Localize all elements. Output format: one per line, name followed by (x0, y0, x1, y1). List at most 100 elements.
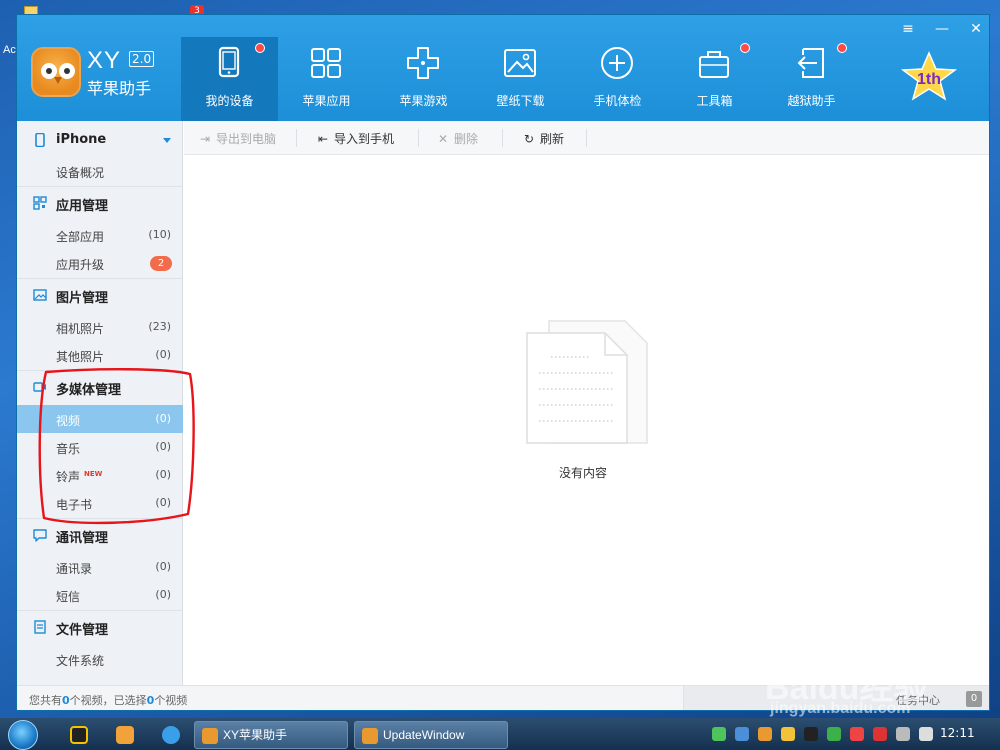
taskbar-window-title: UpdateWindow (383, 728, 465, 742)
wifi-icon[interactable] (712, 727, 726, 741)
group-label: 应用管理 (56, 199, 109, 214)
volume-icon[interactable] (919, 727, 933, 741)
system-clock[interactable]: 12:11 (940, 726, 975, 740)
nav-label: 工具箱 (696, 94, 733, 108)
nav-wallpaper[interactable]: 壁纸下载 (472, 37, 569, 121)
nav-label: 壁纸下载 (496, 94, 545, 108)
minimize-button[interactable]: — (927, 19, 957, 39)
group-label: 通讯管理 (56, 531, 109, 546)
nav-my-device[interactable]: 我的设备 (181, 37, 278, 121)
import-icon: ⇤ (317, 132, 329, 146)
sidebar-item-ebook[interactable]: 电子书 (0) (17, 489, 183, 517)
shield-icon[interactable] (735, 727, 749, 741)
sidebar-item-label: 相机照片 (56, 322, 105, 336)
device-name: iPhone (56, 132, 107, 147)
nav-apple-apps[interactable]: 苹果应用 (278, 37, 375, 121)
gamepad-icon (407, 47, 439, 79)
picture-icon (33, 289, 47, 301)
button-label: 刷新 (540, 132, 565, 146)
sidebar-group-comm-mgmt[interactable]: 通讯管理 (17, 521, 183, 549)
sidebar-item-file-system[interactable]: 文件系统 (17, 645, 183, 673)
taskbar-window-update[interactable]: UpdateWindow (354, 721, 508, 749)
xy-assistant-window: XY 2.0 苹果助手 我的设备 苹果应用 苹果游戏 壁纸下载 手机体检 工具箱… (16, 14, 990, 711)
qq-icon[interactable] (70, 726, 88, 744)
network-icon[interactable] (896, 727, 910, 741)
sidebar-item-ringtone[interactable]: 铃声 NEW (0) (17, 461, 183, 489)
sidebar-item-label: 视频 (56, 414, 81, 428)
anniversary-badge-text: 1th (917, 71, 941, 88)
export-to-pc-button[interactable]: ⇥ 导出到电脑 (198, 130, 276, 147)
antivirus-icon[interactable] (873, 727, 887, 741)
system-tray (712, 727, 933, 741)
owl-icon (202, 728, 218, 744)
sidebar-group-device[interactable]: iPhone (17, 126, 183, 154)
item-count: (0) (155, 440, 171, 453)
exit-arrow-icon (797, 48, 824, 78)
sidebar-group-app-mgmt[interactable]: 应用管理 (17, 189, 183, 217)
owl-logo-icon (31, 47, 81, 97)
security-icon[interactable] (827, 727, 841, 741)
new-badge: NEW (84, 470, 103, 478)
qr-grid-icon (33, 196, 47, 210)
chat-bubble-icon (33, 529, 47, 542)
nav-label: 我的设备 (205, 94, 254, 108)
upgrade-count-badge: 2 (150, 256, 172, 271)
owl-icon[interactable] (758, 727, 772, 741)
content-toolbar: ⇥ 导出到电脑 ⇤ 导入到手机 ✕ 删除 ↻ 刷新 (184, 121, 989, 155)
sidebar-item-label: 文件系统 (56, 654, 105, 668)
refresh-button[interactable]: ↻ 刷新 (522, 130, 564, 147)
video-camera-icon (33, 382, 46, 392)
delete-button[interactable]: ✕ 删除 (436, 130, 478, 147)
sidebar-item-music[interactable]: 音乐 (0) (17, 433, 183, 461)
package-icon[interactable] (116, 726, 134, 744)
anniversary-star-icon[interactable]: 1th (899, 51, 959, 103)
item-count: (0) (155, 496, 171, 509)
total-count: 0 (62, 694, 70, 707)
apps-grid-icon (311, 48, 341, 78)
task-center-label: 任务中心 (896, 694, 940, 707)
close-button[interactable]: ✕ (961, 19, 989, 39)
import-to-phone-button[interactable]: ⇤ 导入到手机 (316, 130, 394, 147)
sidebar-item-overview[interactable]: 设备概况 (17, 157, 183, 185)
app-header: XY 2.0 苹果助手 我的设备 苹果应用 苹果游戏 壁纸下载 手机体检 工具箱… (17, 15, 989, 121)
logo-subtitle: 苹果助手 (87, 79, 152, 98)
sidebar-group-photo-mgmt[interactable]: 图片管理 (17, 281, 183, 309)
sidebar-item-sms[interactable]: 短信 (0) (17, 581, 183, 609)
alert-icon[interactable] (850, 727, 864, 741)
task-center-button[interactable]: 任务中心 0 (683, 686, 989, 710)
sidebar-item-label: 其他照片 (56, 350, 105, 364)
sidebar-item-contacts[interactable]: 通讯录 (0) (17, 553, 183, 581)
sidebar-group-file-mgmt[interactable]: 文件管理 (17, 613, 183, 641)
document-icon (34, 620, 46, 634)
button-label: 删除 (454, 132, 479, 146)
start-button[interactable] (8, 720, 38, 750)
empty-document-icon (526, 320, 648, 444)
chevron-down-icon[interactable] (163, 138, 171, 143)
selection-summary: 您共有0个视频，已选择0个视频 (29, 694, 188, 707)
sidebar-item-app-upgrade[interactable]: 应用升级 2 (17, 249, 183, 277)
sidebar-item-video[interactable]: 视频 (0) (17, 405, 183, 433)
logo-title: XY (87, 47, 122, 74)
phone-icon (35, 133, 45, 147)
sidebar-item-camera-photos[interactable]: 相机照片 (23) (17, 313, 183, 341)
qq-icon[interactable] (804, 727, 818, 741)
app-logo: XY 2.0 苹果助手 (31, 47, 181, 107)
menu-button[interactable]: ≡ (893, 19, 923, 39)
sidebar-group-media-mgmt[interactable]: 多媒体管理 (17, 373, 183, 401)
group-label: 图片管理 (56, 291, 109, 306)
nav-toolbox[interactable]: 工具箱 (666, 37, 763, 121)
nav-phone-check[interactable]: 手机体检 (569, 37, 666, 121)
sidebar-item-other-photos[interactable]: 其他照片 (0) (17, 341, 183, 369)
group-label: 多媒体管理 (56, 383, 122, 398)
taskbar-window-xy[interactable]: XY苹果助手 (194, 721, 348, 749)
nav-jailbreak[interactable]: 越狱助手 (763, 37, 860, 121)
sidebar-item-label: 铃声 (56, 470, 81, 484)
item-count: (10) (148, 228, 171, 241)
main-nav: 我的设备 苹果应用 苹果游戏 壁纸下载 手机体检 工具箱 越狱助手 (181, 37, 860, 121)
package-icon[interactable] (781, 727, 795, 741)
button-label: 导入到手机 (334, 132, 395, 146)
browser-icon[interactable] (162, 726, 180, 744)
sidebar-item-all-apps[interactable]: 全部应用 (10) (17, 221, 183, 249)
nav-apple-games[interactable]: 苹果游戏 (375, 37, 472, 121)
sidebar-item-label: 设备概况 (56, 166, 105, 180)
